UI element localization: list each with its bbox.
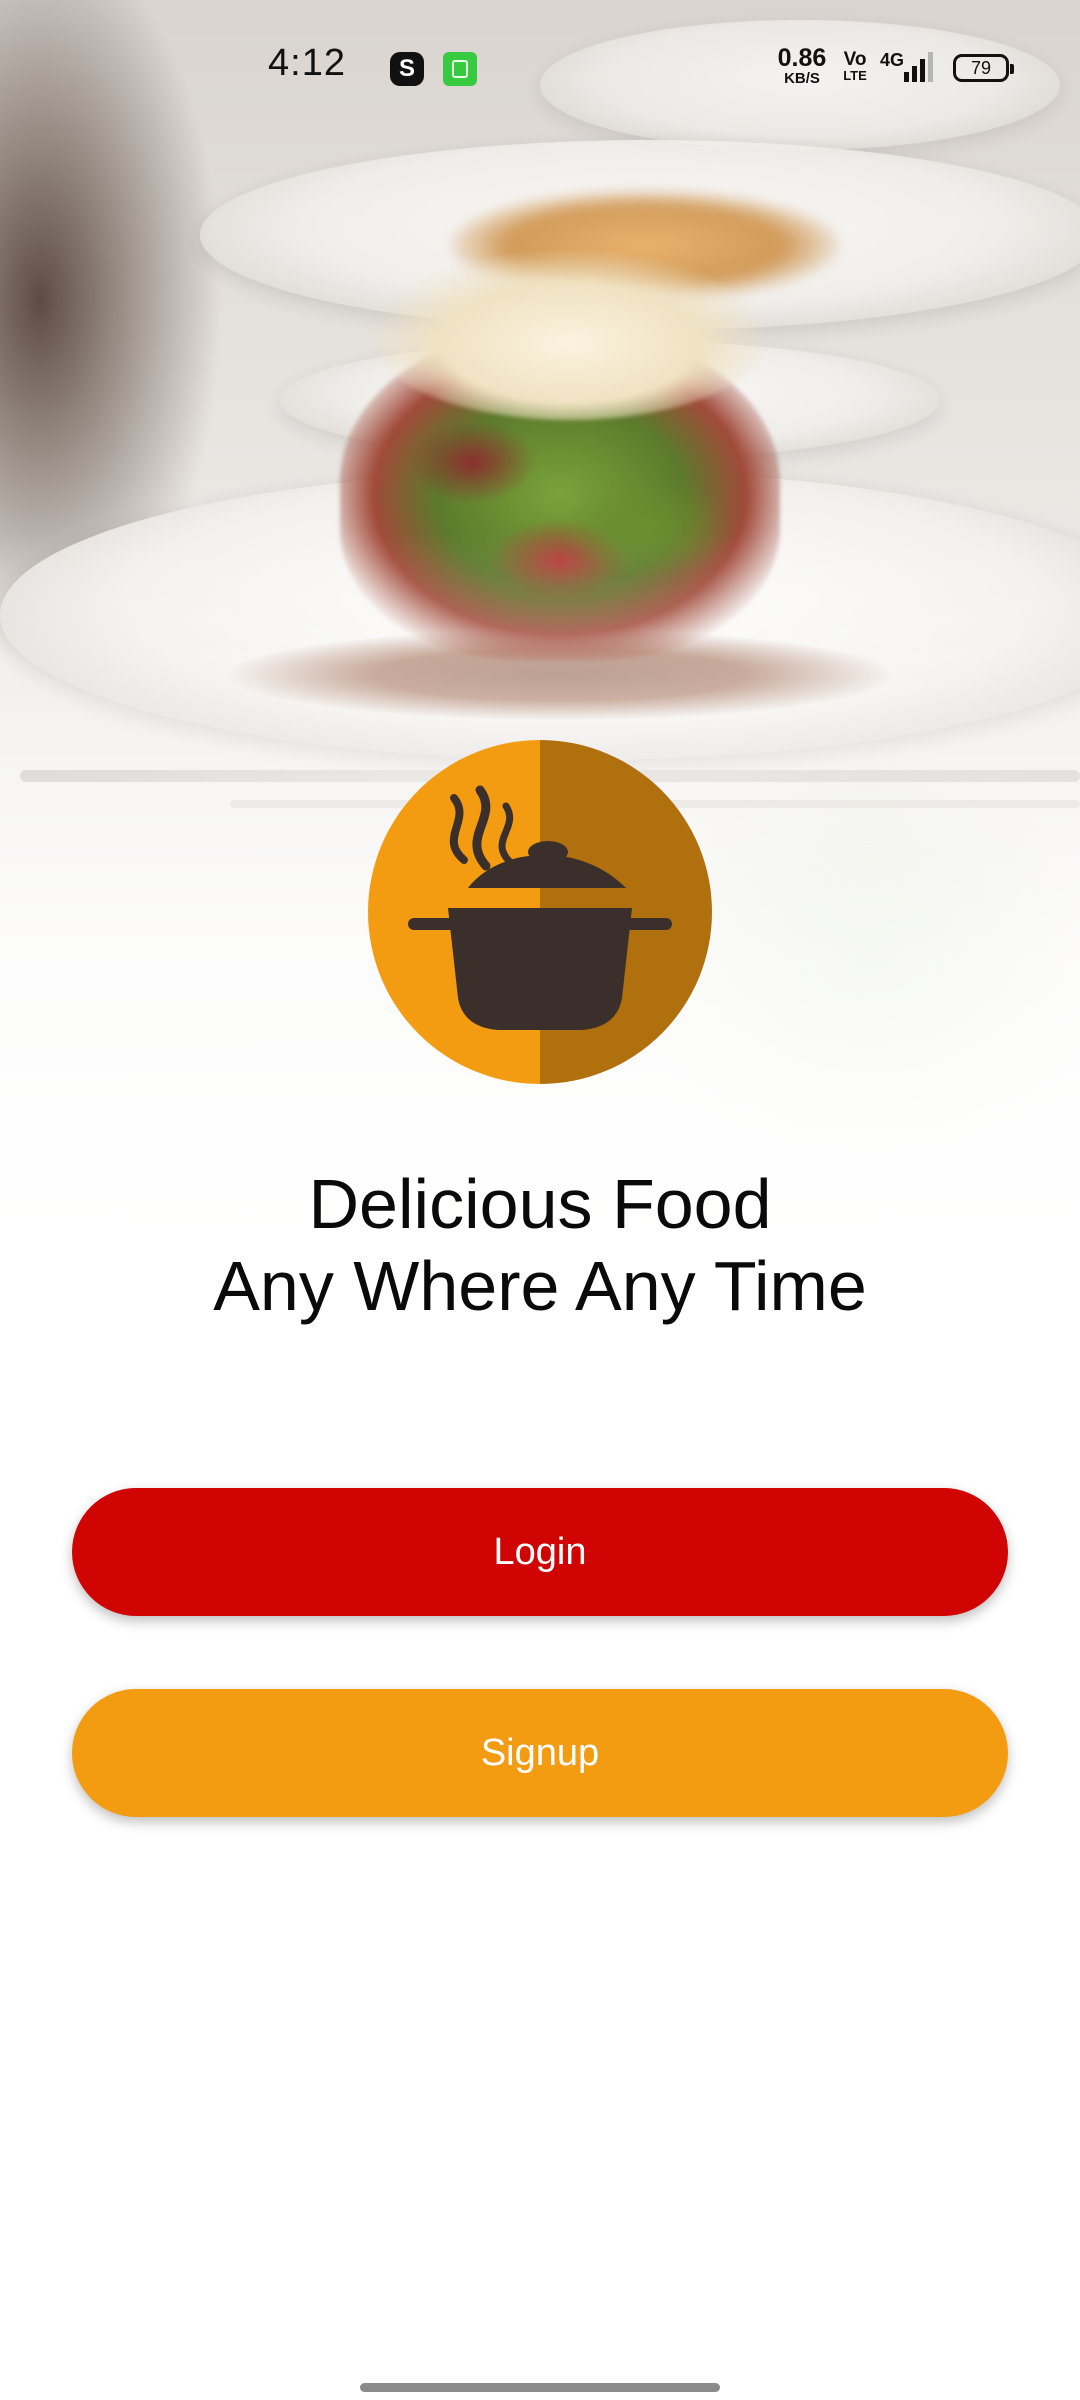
login-button[interactable]: Login xyxy=(72,1488,1008,1616)
volte-top: Vo xyxy=(843,49,867,70)
signup-button[interactable]: Signup xyxy=(72,1689,1008,1817)
tagline-line-2: Any Where Any Time xyxy=(213,1247,867,1325)
status-time: 4:12 xyxy=(268,42,346,84)
volte-indicator: Vo LTE xyxy=(840,50,870,82)
home-gesture-bar[interactable] xyxy=(360,2383,720,2392)
cooking-pot-icon xyxy=(408,785,672,1030)
battery-level: 79 xyxy=(970,58,992,78)
tagline: Delicious Food Any Where Any Time xyxy=(0,1163,1080,1327)
app-logo xyxy=(368,740,712,1084)
hero-fade-overlay xyxy=(0,0,1080,1330)
app-notification-icon xyxy=(443,52,477,86)
hero-food-image xyxy=(0,0,1080,1330)
battery-icon: 79 xyxy=(953,54,1014,82)
skype-notification-icon: S xyxy=(390,52,424,86)
volte-bottom: LTE xyxy=(843,68,867,83)
network-speed: 0.86 KB/S xyxy=(774,44,830,87)
status-bar: 4:12 S 0.86 KB/S Vo LTE 4G 79 xyxy=(0,0,1080,130)
tagline-line-1: Delicious Food xyxy=(308,1165,772,1243)
network-speed-value: 0.86 xyxy=(777,44,827,72)
network-type: 4G xyxy=(880,50,905,70)
signal-strength-icon xyxy=(904,52,933,82)
network-speed-unit: KB/S xyxy=(784,70,820,87)
